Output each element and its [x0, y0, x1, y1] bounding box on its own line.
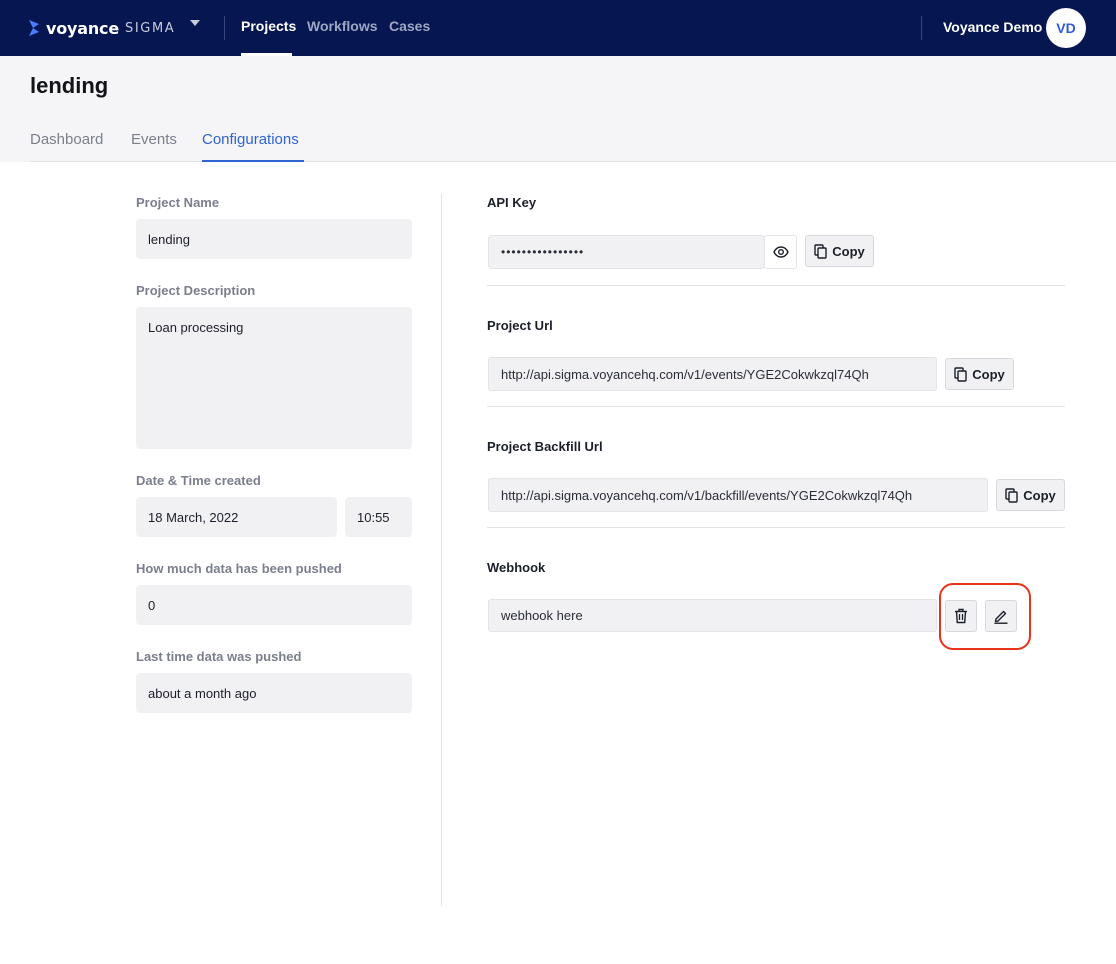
brand-logo[interactable]: voyance SIGMA: [28, 16, 175, 40]
last-pushed-field[interactable]: about a month ago: [136, 673, 412, 713]
date-created-label: Date & Time created: [136, 473, 261, 488]
webhook-label: Webhook: [487, 560, 546, 575]
copy-icon: [1005, 487, 1018, 503]
show-api-key-button[interactable]: [764, 235, 797, 269]
project-name-field[interactable]: lending: [136, 219, 412, 259]
tab-events[interactable]: Events: [131, 131, 177, 148]
copy-project-url-button[interactable]: Copy: [945, 358, 1014, 390]
section-divider: [487, 406, 1065, 407]
brand-name: voyance: [46, 18, 119, 38]
webhook-input[interactable]: webhook here: [488, 599, 937, 632]
data-pushed-field[interactable]: 0: [136, 585, 412, 625]
copy-icon: [954, 366, 967, 382]
data-pushed-label: How much data has been pushed: [136, 561, 342, 576]
copy-icon: [814, 243, 827, 259]
api-key-input[interactable]: ••••••••••••••••: [488, 235, 765, 269]
nav-workflows[interactable]: Workflows: [307, 18, 378, 34]
time-created-field[interactable]: 10:55: [345, 497, 412, 537]
api-key-label: API Key: [487, 195, 537, 210]
backfill-url-input[interactable]: http://api.sigma.voyancehq.com/v1/backfi…: [488, 478, 988, 512]
user-divider: [921, 16, 922, 40]
nav-projects[interactable]: Projects: [241, 18, 296, 34]
copy-backfill-url-button[interactable]: Copy: [996, 479, 1065, 511]
user-name[interactable]: Voyance Demo: [943, 19, 1042, 35]
tab-dashboard[interactable]: Dashboard: [30, 131, 103, 148]
voyance-logo-icon: [29, 20, 39, 36]
copy-label: Copy: [972, 366, 1005, 382]
copy-api-key-button[interactable]: Copy: [805, 235, 874, 267]
column-divider: [441, 194, 442, 906]
nav-divider: [224, 16, 225, 40]
product-switcher-caret-icon[interactable]: [190, 20, 200, 26]
page-header: lending Dashboard Events Configurations: [0, 56, 1116, 162]
copy-label: Copy: [1023, 487, 1056, 503]
nav-cases[interactable]: Cases: [389, 18, 430, 34]
backfill-url-label: Project Backfill Url: [487, 439, 603, 454]
project-url-label: Project Url: [487, 318, 553, 333]
page-title: lending: [30, 73, 109, 98]
top-navbar: voyance SIGMA Projects Workflows Cases V…: [0, 0, 1116, 56]
date-created-field[interactable]: 18 March, 2022: [136, 497, 337, 537]
brand-product: SIGMA: [124, 21, 176, 36]
tabs-divider: [30, 161, 1116, 162]
eye-icon: [772, 246, 789, 258]
avatar[interactable]: VD: [1046, 8, 1086, 48]
tab-active-indicator: [202, 160, 304, 162]
highlight-annotation: [939, 583, 1031, 650]
last-pushed-label: Last time data was pushed: [136, 649, 302, 664]
project-name-label: Project Name: [136, 195, 220, 210]
copy-label: Copy: [832, 243, 865, 259]
section-divider: [487, 527, 1065, 528]
section-divider: [487, 285, 1065, 286]
tab-configurations[interactable]: Configurations: [202, 131, 299, 148]
project-description-label: Project Description: [136, 283, 256, 298]
project-description-field[interactable]: Loan processing: [136, 307, 412, 449]
project-url-input[interactable]: http://api.sigma.voyancehq.com/v1/events…: [488, 357, 937, 391]
